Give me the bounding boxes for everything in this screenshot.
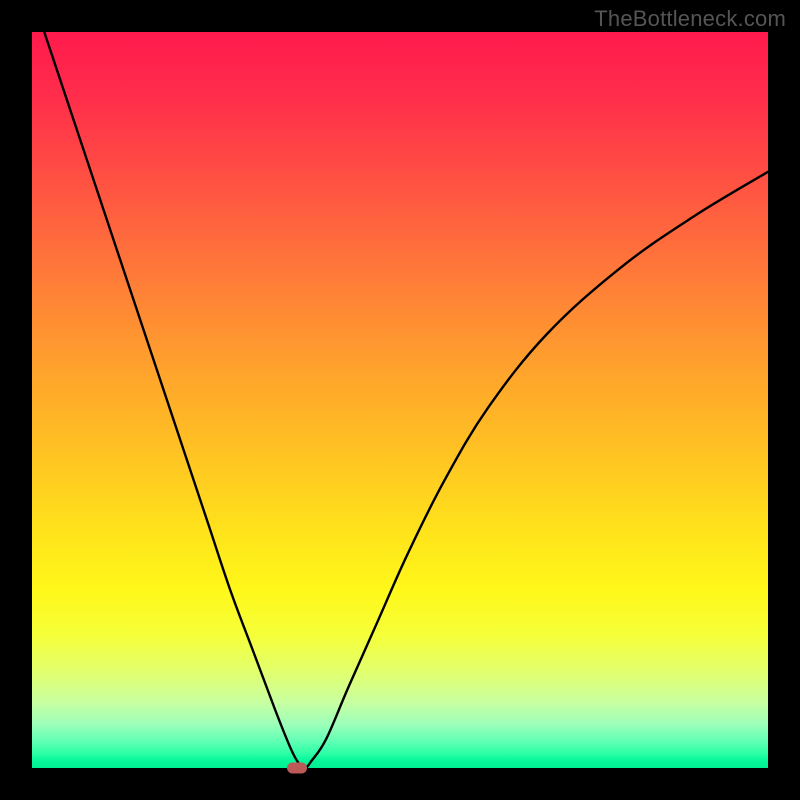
chart-plot-area <box>32 32 768 768</box>
watermark-text: TheBottleneck.com <box>594 6 786 32</box>
chart-frame: TheBottleneck.com <box>0 0 800 800</box>
optimal-point-marker <box>287 763 307 774</box>
bottleneck-curve <box>32 32 768 768</box>
